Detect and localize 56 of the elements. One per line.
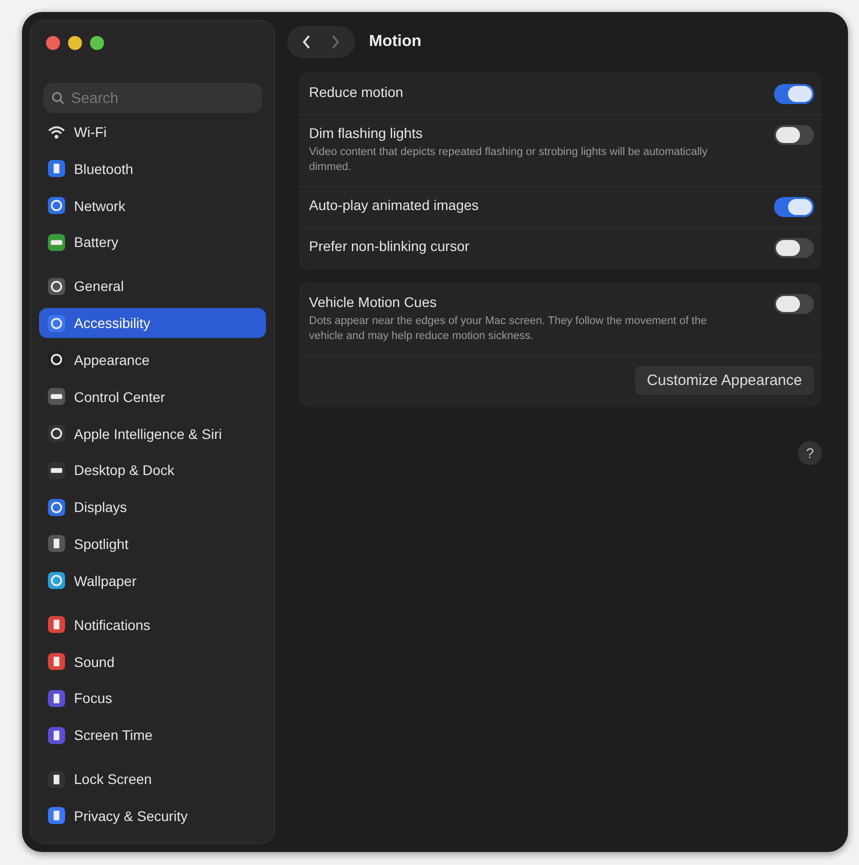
toggle-switch[interactable] [774,84,814,104]
sidebar-item[interactable]: Screen Time [39,720,266,750]
sidebar-item[interactable]: Wallpaper [39,566,266,596]
setting-label: Vehicle Motion Cues [309,294,438,310]
search-field[interactable]: Search [43,83,262,113]
sidebar-item[interactable]: Battery [39,227,266,258]
setting-icon [47,424,66,444]
setting-icon [47,571,66,590]
setting-icon [47,770,66,789]
minimize-button[interactable] [68,36,82,50]
setting-icon [47,276,66,296]
setting-description: Dots appear near the edges of your Mac screen. They follow the movement of the vehicle and may help reduce motion sickness. [309,314,708,344]
setting-icon [47,688,66,708]
sidebar-item[interactable]: Wi-Fi [39,117,266,147]
setting-icon [47,726,66,745]
sidebar-item[interactable]: Bluetooth [39,154,266,184]
setting-label: Reduce motion [309,84,404,100]
sidebar-item[interactable]: Lock Screen [39,764,266,794]
sidebar-item[interactable]: Appearance [39,344,266,375]
setting-label: Prefer non-blinking cursor [309,238,470,254]
setting-icon [47,615,66,634]
sidebar-item[interactable]: Desktop & Dock [39,455,266,486]
setting-label: Dim flashing lights [309,125,424,141]
toggle-switch[interactable] [774,238,814,258]
setting-description: Video content that depicts repeated flashing or strobing lights will be automatically dimmed. [309,145,708,176]
sidebar-item[interactable]: General [39,271,266,302]
search-icon [51,91,65,105]
setting-icon [47,498,66,517]
setting-icon [47,460,66,480]
close-button[interactable] [46,36,60,50]
window-title: Motion [369,33,422,51]
zoom-button[interactable] [90,36,104,50]
setting-icon [47,534,66,554]
customize-button[interactable]: Customize Appearance [634,366,814,395]
sidebar-item[interactable]: Focus [39,683,266,714]
setting-label: Auto-play animated images [309,196,479,213]
sidebar-item[interactable]: Spotlight [39,528,266,559]
toggle-switch[interactable] [774,125,814,145]
setting-icon [47,196,66,216]
sidebar-item[interactable]: Accessibility [39,308,266,338]
sidebar-item[interactable]: Privacy & Security [39,800,266,831]
sidebar-item[interactable]: Network [39,190,266,221]
toggle-switch[interactable] [774,196,814,217]
sidebar-item[interactable]: Displays [39,492,266,522]
sidebar-item[interactable]: Sound [39,646,266,677]
sidebar-item[interactable]: Notifications [39,610,266,640]
setting-icon [47,232,66,252]
sidebar-item[interactable]: Control Center [39,382,266,412]
setting-icon [47,314,66,333]
setting-icon [47,652,66,672]
setting-icon [47,806,66,826]
help-button[interactable]: ? [798,440,822,465]
setting-icon [47,387,66,406]
toggle-switch[interactable] [774,294,814,314]
setting-icon [47,159,66,178]
sidebar-item[interactable]: Apple Intelligence & Siri [39,418,266,449]
